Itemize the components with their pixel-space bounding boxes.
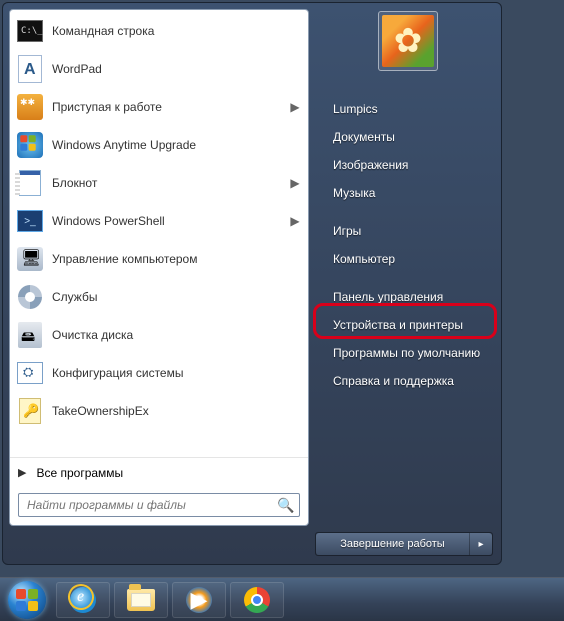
program-label: Windows PowerShell xyxy=(52,214,280,228)
start-button[interactable] xyxy=(6,579,48,621)
right-link-documents[interactable]: Документы xyxy=(323,123,493,151)
shutdown-options-button[interactable]: ▸ xyxy=(470,533,492,555)
right-link-help[interactable]: Справка и поддержка xyxy=(323,367,493,395)
taskbar-explorer[interactable] xyxy=(114,582,168,618)
notepad-icon xyxy=(16,169,44,197)
program-label: Управление компьютером xyxy=(52,252,302,266)
right-link-games[interactable]: Игры xyxy=(323,217,493,245)
cmd-icon: C:\_ xyxy=(16,17,44,45)
right-link-user[interactable]: Lumpics xyxy=(323,95,493,123)
program-label: WordPad xyxy=(52,62,302,76)
computer-management-icon xyxy=(16,245,44,273)
submenu-arrow-icon: ▶ xyxy=(288,214,302,228)
bottom-row: Завершение работы ▸ xyxy=(3,526,501,564)
chevron-right-icon: ▸ xyxy=(478,539,483,550)
all-programs-label: Все программы xyxy=(36,466,123,480)
program-services[interactable]: Службы xyxy=(12,278,306,316)
program-cmd[interactable]: C:\_ Командная строка xyxy=(12,12,306,50)
program-label: Windows Anytime Upgrade xyxy=(52,138,302,152)
ie-icon xyxy=(70,587,96,613)
right-link-default-programs[interactable]: Программы по умолчанию xyxy=(323,339,493,367)
disk-cleanup-icon xyxy=(16,321,44,349)
program-notepad[interactable]: Блокнот ▶ xyxy=(12,164,306,202)
right-link-computer[interactable]: Компьютер xyxy=(323,245,493,273)
program-msconfig[interactable]: Конфигурация системы xyxy=(12,354,306,392)
msconfig-icon xyxy=(16,359,44,387)
user-avatar-icon xyxy=(382,15,434,67)
program-computer-management[interactable]: Управление компьютером xyxy=(12,240,306,278)
submenu-arrow-icon: ▶ xyxy=(288,176,302,190)
program-label: Приступая к работе xyxy=(52,100,280,114)
search-button[interactable]: 🔍 xyxy=(273,494,299,516)
search-input[interactable] xyxy=(19,498,273,512)
start-menu-body: C:\_ Командная строка WordPad Приступая … xyxy=(3,3,501,526)
shutdown-group: Завершение работы ▸ xyxy=(315,532,493,556)
takeownership-icon xyxy=(16,397,44,425)
all-programs-arrow-icon: ▶ xyxy=(18,466,26,479)
program-getting-started[interactable]: Приступая к работе ▶ xyxy=(12,88,306,126)
taskbar-wmp[interactable]: ▶ xyxy=(172,582,226,618)
program-label: Службы xyxy=(52,290,302,304)
programs-pane: C:\_ Командная строка WordPad Приступая … xyxy=(9,9,309,526)
right-link-music[interactable]: Музыка xyxy=(323,179,493,207)
program-takeownershipex[interactable]: TakeOwnershipEx xyxy=(12,392,306,430)
right-link-pictures[interactable]: Изображения xyxy=(323,151,493,179)
taskbar-chrome[interactable] xyxy=(230,582,284,618)
chrome-icon xyxy=(244,587,270,613)
program-wordpad[interactable]: WordPad xyxy=(12,50,306,88)
program-label: Очистка диска xyxy=(52,328,302,342)
submenu-arrow-icon: ▶ xyxy=(288,100,302,114)
search-icon: 🔍 xyxy=(277,497,294,514)
taskbar-ie[interactable] xyxy=(56,582,110,618)
program-anytime-upgrade[interactable]: Windows Anytime Upgrade xyxy=(12,126,306,164)
programs-list: C:\_ Командная строка WordPad Приступая … xyxy=(10,10,308,457)
right-link-control-panel[interactable]: Панель управления xyxy=(323,283,493,311)
start-menu: C:\_ Командная строка WordPad Приступая … xyxy=(2,2,502,565)
user-avatar-frame[interactable] xyxy=(378,11,438,71)
explorer-icon xyxy=(127,589,155,611)
wmp-icon: ▶ xyxy=(186,587,212,613)
program-powershell[interactable]: >_ Windows PowerShell ▶ xyxy=(12,202,306,240)
search-box: 🔍 xyxy=(18,493,300,517)
getting-started-icon xyxy=(16,93,44,121)
taskbar: ▶ xyxy=(0,577,564,621)
right-link-devices-printers[interactable]: Устройства и принтеры xyxy=(323,311,493,339)
services-icon xyxy=(16,283,44,311)
program-label: Конфигурация системы xyxy=(52,366,302,380)
shutdown-button[interactable]: Завершение работы xyxy=(316,533,470,555)
program-label: TakeOwnershipEx xyxy=(52,404,302,418)
program-label: Командная строка xyxy=(52,24,302,38)
start-orb-icon xyxy=(8,581,46,619)
powershell-icon: >_ xyxy=(16,207,44,235)
all-programs[interactable]: ▶ Все программы xyxy=(10,457,308,487)
program-label: Блокнот xyxy=(52,176,280,190)
wordpad-icon xyxy=(16,55,44,83)
program-disk-cleanup[interactable]: Очистка диска xyxy=(12,316,306,354)
right-pane: Lumpics Документы Изображения Музыка Игр… xyxy=(309,3,501,526)
anytime-upgrade-icon xyxy=(16,131,44,159)
search-wrap: 🔍 xyxy=(10,487,308,525)
